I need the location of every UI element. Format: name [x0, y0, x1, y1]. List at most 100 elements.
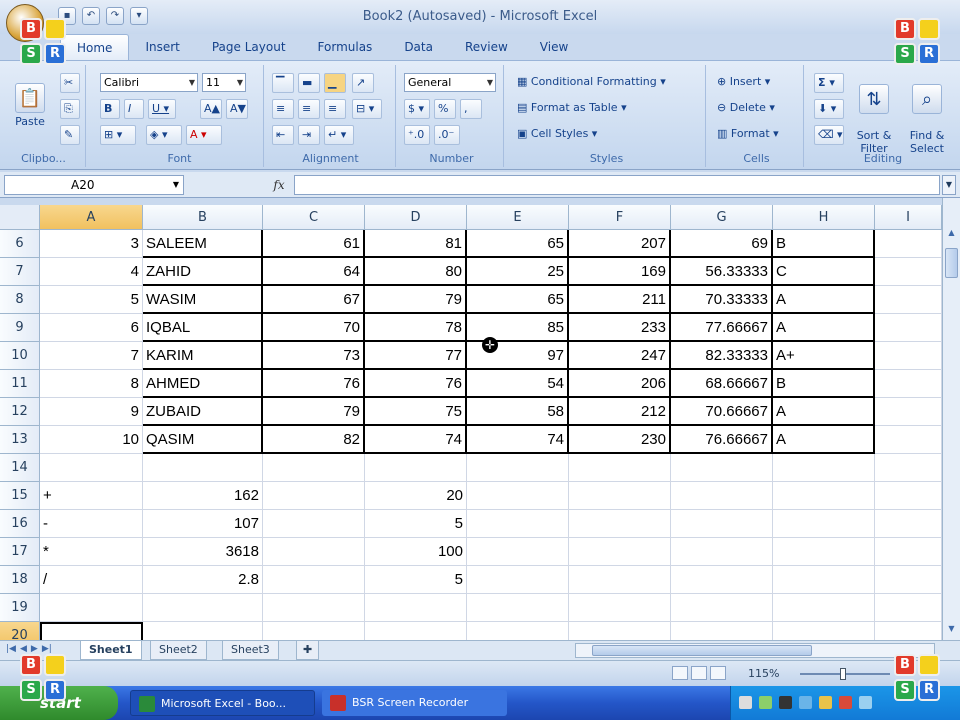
cell-d11[interactable]: 76: [365, 370, 467, 398]
cell-g11[interactable]: 68.66667: [671, 370, 773, 398]
cell-d15[interactable]: 20: [365, 482, 467, 510]
cell-c6[interactable]: 61: [263, 230, 365, 258]
cell-g17[interactable]: [671, 538, 773, 566]
name-box[interactable]: A20 ▼: [4, 175, 184, 195]
cell-a12[interactable]: 9: [40, 398, 143, 426]
cell-b20[interactable]: [143, 622, 263, 640]
increase-indent-icon[interactable]: ⇥: [298, 125, 320, 145]
align-center-icon[interactable]: ≡: [298, 99, 320, 119]
fill-icon[interactable]: ⬇ ▾: [814, 99, 844, 119]
cell-c15[interactable]: [263, 482, 365, 510]
cell-d17[interactable]: 100: [365, 538, 467, 566]
cell-f19[interactable]: [569, 594, 671, 622]
cell-g19[interactable]: [671, 594, 773, 622]
hscroll-thumb[interactable]: [592, 645, 812, 656]
align-left-icon[interactable]: ≡: [272, 99, 294, 119]
cell-h13[interactable]: A: [773, 426, 875, 454]
column-header-a[interactable]: A: [40, 205, 143, 230]
cell-b11[interactable]: AHMED: [143, 370, 263, 398]
next-sheet-icon[interactable]: ▶: [31, 644, 38, 654]
cell-a13[interactable]: 10: [40, 426, 143, 454]
cell-c19[interactable]: [263, 594, 365, 622]
row-header-12[interactable]: 12: [0, 398, 40, 426]
cell-h19[interactable]: [773, 594, 875, 622]
percent-button[interactable]: %: [434, 99, 456, 119]
grow-font-button[interactable]: A▲: [200, 99, 222, 119]
sheet-tab-sheet2[interactable]: Sheet2: [150, 641, 207, 660]
cell-g16[interactable]: [671, 510, 773, 538]
cell-i18[interactable]: [875, 566, 942, 594]
cell-d12[interactable]: 75: [365, 398, 467, 426]
cell-d10[interactable]: 77: [365, 342, 467, 370]
scroll-down-icon[interactable]: ▼: [945, 622, 958, 636]
cell-g15[interactable]: [671, 482, 773, 510]
cell-a8[interactable]: 5: [40, 286, 143, 314]
cell-f6[interactable]: 207: [569, 230, 671, 258]
cell-b12[interactable]: ZUBAID: [143, 398, 263, 426]
currency-button[interactable]: $ ▾: [404, 99, 430, 119]
cell-b6[interactable]: SALEEM: [143, 230, 263, 258]
tab-page-layout[interactable]: Page Layout: [196, 34, 302, 60]
italic-button[interactable]: I: [124, 99, 144, 119]
align-bottom-icon[interactable]: ▁: [324, 73, 346, 93]
cell-a18[interactable]: /: [40, 566, 143, 594]
row-header-7[interactable]: 7: [0, 258, 40, 286]
cell-i10[interactable]: [875, 342, 942, 370]
cell-c18[interactable]: [263, 566, 365, 594]
cell-h14[interactable]: [773, 454, 875, 482]
column-header-g[interactable]: G: [671, 205, 773, 230]
number-format-combo[interactable]: General ▼: [404, 73, 496, 92]
clear-icon[interactable]: ⌫ ▾: [814, 125, 844, 145]
tab-view[interactable]: View: [524, 34, 584, 60]
cell-g13[interactable]: 76.66667: [671, 426, 773, 454]
page-break-view-icon[interactable]: [710, 666, 726, 680]
cell-i13[interactable]: [875, 426, 942, 454]
cell-i8[interactable]: [875, 286, 942, 314]
row-header-10[interactable]: 10: [0, 342, 40, 370]
format-painter-icon[interactable]: ✎: [60, 125, 80, 145]
row-header-20[interactable]: 20: [0, 622, 40, 640]
align-right-icon[interactable]: ≡: [324, 99, 346, 119]
scroll-thumb[interactable]: [945, 248, 958, 278]
cell-f14[interactable]: [569, 454, 671, 482]
cell-b9[interactable]: IQBAL: [143, 314, 263, 342]
format-cells-button[interactable]: ▥ Format ▾: [714, 125, 800, 145]
tray-icon[interactable]: [739, 696, 752, 709]
column-header-i[interactable]: I: [875, 205, 942, 230]
cell-f20[interactable]: [569, 622, 671, 640]
underline-button[interactable]: U ▾: [148, 99, 176, 119]
autosum-button[interactable]: Σ ▾: [814, 73, 844, 93]
zoom-slider-knob[interactable]: [840, 668, 846, 680]
vertical-scrollbar[interactable]: ▲ ▼: [942, 198, 960, 640]
cell-i7[interactable]: [875, 258, 942, 286]
row-header-18[interactable]: 18: [0, 566, 40, 594]
normal-view-icon[interactable]: [672, 666, 688, 680]
cell-i15[interactable]: [875, 482, 942, 510]
font-name-combo[interactable]: Calibri ▼: [100, 73, 198, 92]
cell-d6[interactable]: 81: [365, 230, 467, 258]
cell-d16[interactable]: 5: [365, 510, 467, 538]
cell-c20[interactable]: [263, 622, 365, 640]
first-sheet-icon[interactable]: |◀: [6, 644, 16, 654]
align-middle-icon[interactable]: ▬: [298, 73, 320, 93]
align-top-icon[interactable]: ▔: [272, 73, 294, 93]
cell-i19[interactable]: [875, 594, 942, 622]
cell-a11[interactable]: 8: [40, 370, 143, 398]
cell-c10[interactable]: 73: [263, 342, 365, 370]
sort-filter-button[interactable]: ⇅ Sort & Filter: [850, 71, 898, 155]
cell-g7[interactable]: 56.33333: [671, 258, 773, 286]
cell-e19[interactable]: [467, 594, 569, 622]
find-select-button[interactable]: ⌕ Find & Select: [902, 71, 952, 155]
paste-button[interactable]: 📋 Paste: [8, 83, 52, 128]
cell-d20[interactable]: [365, 622, 467, 640]
taskbar-item-recorder[interactable]: BSR Screen Recorder: [322, 690, 507, 716]
horizontal-scrollbar[interactable]: [575, 643, 935, 658]
cell-g12[interactable]: 70.66667: [671, 398, 773, 426]
cell-h6[interactable]: B: [773, 230, 875, 258]
cell-a17[interactable]: *: [40, 538, 143, 566]
cell-e11[interactable]: 54: [467, 370, 569, 398]
cell-e9[interactable]: 85: [467, 314, 569, 342]
cell-e6[interactable]: 65: [467, 230, 569, 258]
row-header-17[interactable]: 17: [0, 538, 40, 566]
column-header-b[interactable]: B: [143, 205, 263, 230]
